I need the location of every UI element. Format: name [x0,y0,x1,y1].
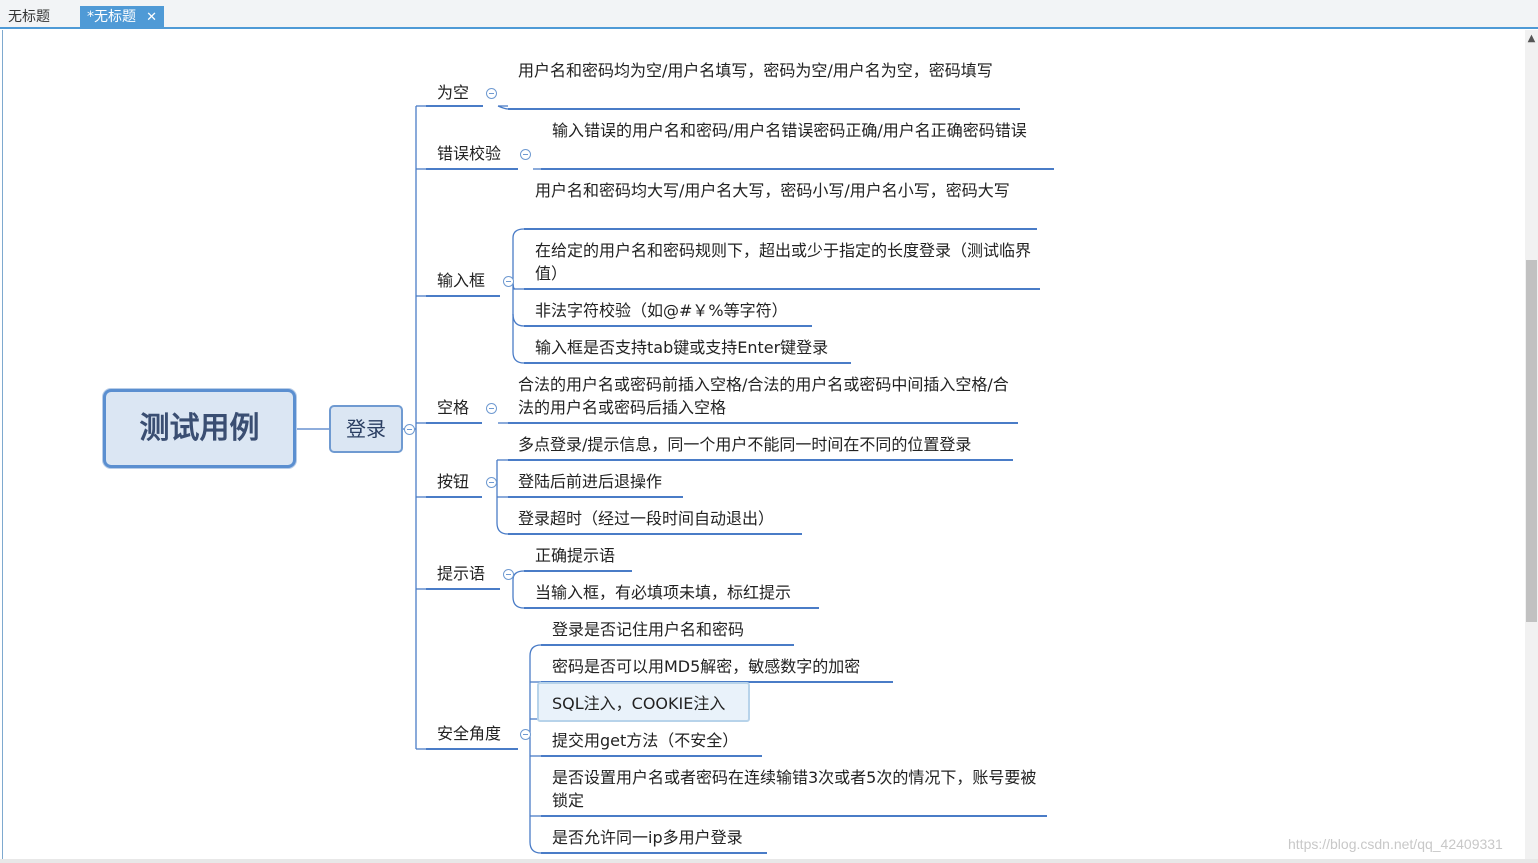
collapse-icon[interactable] [520,149,531,160]
leaf-topic[interactable]: 合法的用户名或密码前插入空格/合法的用户名或密码中间插入空格/合法的用户名或密码… [518,373,1016,419]
category-space[interactable]: 空格 [437,398,469,418]
collapse-icon[interactable] [486,88,497,99]
scroll-thumb[interactable] [1526,260,1537,622]
horizontal-scroll-strip [0,859,1538,863]
leaf-topic[interactable]: 用户名和密码均为空/用户名填写，密码为空/用户名为空，密码填写 [518,59,1018,82]
leaf-topic[interactable]: 提交用get方法（不安全） [552,729,738,752]
category-input-box[interactable]: 输入框 [437,271,485,291]
collapse-icon[interactable] [503,276,514,287]
leaf-topic[interactable]: 非法字符校验（如@#￥%等字符） [535,299,788,322]
leaf-topic[interactable]: 登录是否记住用户名和密码 [552,618,744,641]
leaf-topic[interactable]: 登录超时（经过一段时间自动退出） [518,507,774,530]
leaf-topic[interactable]: 用户名和密码均大写/用户名大写，密码小写/用户名小写，密码大写 [535,179,1035,202]
branch-topic-login[interactable]: 登录 [329,405,403,453]
watermark: https://blog.csdn.net/qq_42409331 [1288,836,1503,852]
collapse-icon[interactable] [486,477,497,488]
collapse-icon[interactable] [503,569,514,580]
collapse-icon[interactable] [486,403,497,414]
leaf-topic[interactable]: 登陆后前进后退操作 [518,470,662,493]
leaf-topic[interactable]: 在给定的用户名和密码规则下，超出或少于指定的长度登录（测试临界值） [535,239,1035,285]
leaf-topic[interactable]: 输入错误的用户名和密码/用户名错误密码正确/用户名正确密码错误 [552,119,1052,142]
leaf-topic[interactable]: 是否允许同一ip多用户登录 [552,826,743,849]
category-empty[interactable]: 为空 [437,83,469,103]
vertical-scrollbar[interactable]: ▲ [1525,30,1538,859]
leaf-topic[interactable]: 是否设置用户名或者密码在连续输错3次或者5次的情况下，账号要被锁定 [552,766,1047,812]
category-security[interactable]: 安全角度 [437,724,501,744]
collapse-icon[interactable] [520,729,531,740]
leaf-topic[interactable]: 输入框是否支持tab键或支持Enter键登录 [535,336,828,359]
scroll-up-arrow-icon[interactable]: ▲ [1526,33,1537,44]
leaf-topic-selected[interactable]: SQL注入，COOKIE注入 [552,692,725,715]
category-error-check[interactable]: 错误校验 [437,144,501,164]
root-topic[interactable]: 测试用例 [103,389,296,468]
leaf-topic[interactable]: 多点登录/提示信息，同一个用户不能同一时间在不同的位置登录 [518,433,971,456]
leaf-topic[interactable]: 正确提示语 [535,544,615,567]
collapse-icon[interactable] [404,424,415,435]
leaf-topic[interactable]: 当输入框，有必填项未填，标红提示 [535,581,791,604]
category-button[interactable]: 按钮 [437,472,469,492]
leaf-topic[interactable]: 密码是否可以用MD5解密，敏感数字的加密 [552,655,860,678]
category-prompt[interactable]: 提示语 [437,564,485,584]
